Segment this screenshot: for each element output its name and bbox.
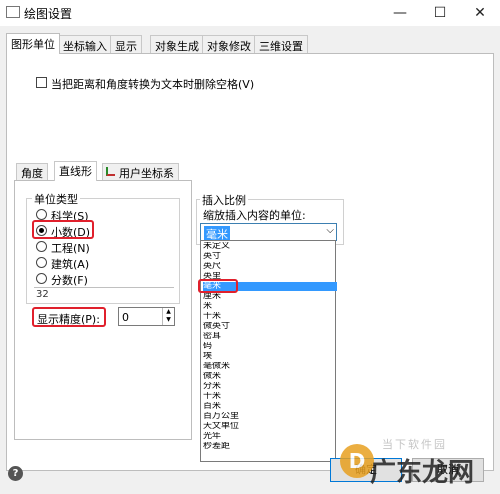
tab-graphic-units[interactable]: 图形单位: [6, 33, 60, 54]
subtab-linear[interactable]: 直线形: [54, 161, 97, 181]
spinner-arrows[interactable]: ▲ ▼: [162, 308, 174, 325]
subtab-ucs[interactable]: 用户坐标系: [102, 163, 179, 180]
radio-fractional-label: 分数(F): [51, 274, 88, 287]
unit-option[interactable]: 英寸: [203, 252, 337, 261]
convert-checkbox[interactable]: [36, 77, 47, 88]
subtab-angle[interactable]: 角度: [16, 163, 48, 180]
window-title: 绘图设置: [24, 7, 73, 21]
unit-option[interactable]: 微米: [203, 372, 337, 381]
unit-option[interactable]: 百万公里: [203, 412, 337, 421]
unit-sample: 32: [36, 289, 49, 300]
insert-scale-label: 缩放插入内容的单位:: [203, 209, 306, 222]
subtab-ucs-label: 用户坐标系: [119, 167, 174, 180]
minimize-button[interactable]: —: [380, 0, 420, 26]
maximize-button[interactable]: ☐: [420, 0, 460, 26]
watermark-subtext: 当下软件园: [382, 438, 447, 451]
tab-3d-settings[interactable]: 三维设置: [254, 35, 308, 53]
sample-divider: [34, 287, 174, 288]
app-icon: [6, 6, 20, 18]
unit-option[interactable]: 十米: [203, 392, 337, 401]
mm-highlight-box: [198, 279, 238, 293]
watermark-logo-icon: D: [340, 444, 374, 478]
insert-units-dropdown: 未定义 英寸 英尺 英里 毫米 厘米 米 千米 微英寸 密耳 码 埃 毫微米 微…: [200, 240, 337, 462]
unit-option[interactable]: 毫微米: [203, 362, 337, 371]
unit-option[interactable]: 码: [203, 342, 337, 351]
tab-display[interactable]: 显示: [110, 35, 142, 53]
unit-option[interactable]: 未定义: [203, 242, 337, 251]
radio-engineering[interactable]: [36, 241, 47, 252]
insert-scale-title: 插入比例: [200, 192, 248, 208]
unit-option[interactable]: 光年: [203, 432, 337, 441]
ucs-icon: [106, 167, 115, 176]
unit-option[interactable]: 百米: [203, 402, 337, 411]
radio-engineering-label: 工程(N): [51, 242, 90, 255]
tab-object-modify[interactable]: 对象修改: [202, 35, 256, 53]
unit-option[interactable]: 天文单位: [203, 422, 337, 431]
title-bar: 绘图设置 — ☐ ✕: [0, 0, 500, 26]
unit-type-title: 单位类型: [32, 191, 80, 207]
precision-highlight-box: [32, 307, 106, 327]
watermark: D 当下软件园 广东龙网: [340, 434, 498, 492]
help-icon[interactable]: ?: [8, 466, 23, 481]
unit-option[interactable]: 埃: [203, 352, 337, 361]
insert-units-select[interactable]: 毫米 ⌵: [200, 223, 337, 242]
unit-type-group: [26, 198, 180, 304]
convert-checkbox-label: 当把距离和角度转换为文本时删除空格(V): [51, 78, 255, 91]
tab-coordinate-input[interactable]: 坐标输入: [58, 35, 112, 53]
radio-scientific[interactable]: [36, 209, 47, 220]
watermark-text: 广东龙网: [370, 458, 475, 488]
unit-option[interactable]: 厘米: [203, 292, 337, 301]
unit-option[interactable]: 秒差距: [203, 442, 337, 451]
unit-option[interactable]: 千米: [203, 312, 337, 321]
unit-option[interactable]: 分米: [203, 382, 337, 391]
close-button[interactable]: ✕: [460, 0, 500, 26]
unit-option[interactable]: 米: [203, 302, 337, 311]
precision-spinner[interactable]: 0 ▲ ▼: [118, 307, 175, 326]
unit-option[interactable]: 微英寸: [203, 322, 337, 331]
tab-object-creation[interactable]: 对象生成: [150, 35, 204, 53]
radio-architectural[interactable]: [36, 257, 47, 268]
unit-option[interactable]: 密耳: [203, 332, 337, 341]
unit-option[interactable]: 英尺: [203, 262, 337, 271]
chevron-down-icon[interactable]: ⌵: [326, 225, 334, 236]
precision-value: 0: [122, 311, 129, 324]
decimal-highlight-box: [32, 220, 94, 239]
radio-fractional[interactable]: [36, 273, 47, 284]
radio-architectural-label: 建筑(A): [51, 258, 90, 271]
